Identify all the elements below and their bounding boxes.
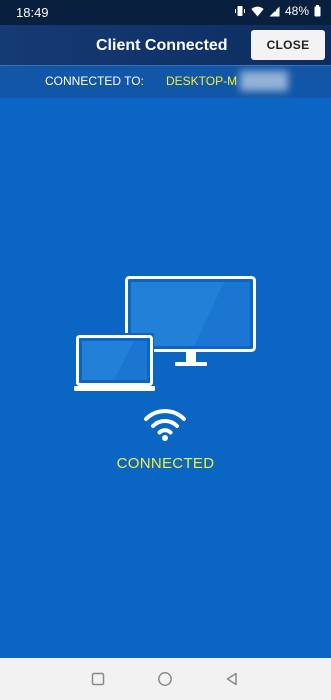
- close-button[interactable]: CLOSE: [251, 30, 325, 60]
- back-icon: [226, 672, 237, 686]
- connected-host-name: DESKTOP-M: [166, 74, 238, 88]
- connection-status-text: CONNECTED: [116, 455, 215, 472]
- battery-icon: [314, 5, 321, 17]
- navigation-bar: [0, 658, 331, 700]
- battery-percentage: 48%: [284, 4, 309, 18]
- signal-icon: [269, 6, 280, 17]
- back-button[interactable]: [212, 658, 252, 700]
- connection-info-bar: CONNECTED TO: DESKTOP-M: [0, 65, 331, 98]
- recents-button[interactable]: [78, 658, 118, 700]
- status-bar: 18:49 48%: [0, 0, 331, 25]
- redacted-host-blur: [240, 71, 288, 91]
- laptop-monitor-icon: [74, 275, 257, 395]
- recents-icon: [91, 672, 105, 686]
- connected-to-label: CONNECTED TO:: [45, 74, 144, 88]
- vibrate-icon: [234, 5, 246, 17]
- status-icons: 48%: [234, 4, 321, 18]
- header-bar: Client Connected CLOSE: [0, 25, 331, 65]
- home-button[interactable]: [145, 658, 185, 700]
- page-title: Client Connected: [96, 37, 228, 54]
- wifi-icon: [251, 6, 264, 17]
- laptop-icon: [74, 333, 155, 393]
- wifi-icon: [144, 409, 186, 441]
- home-icon: [158, 672, 172, 686]
- status-time: 18:49: [16, 5, 49, 20]
